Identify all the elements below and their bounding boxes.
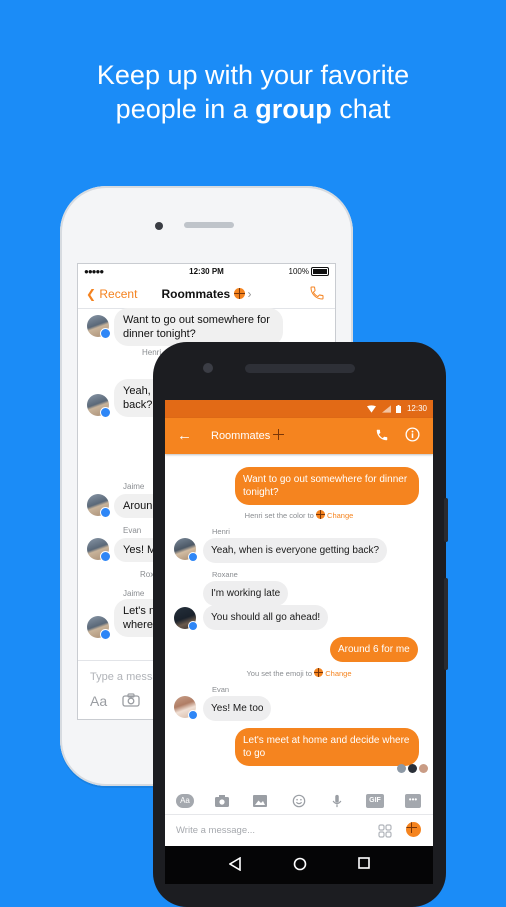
message-bubble-outgoing[interactable]: Let's meet at home and decide where to g… xyxy=(235,728,419,766)
ios-status-bar: ●●●●● 12:30 PM 100% xyxy=(78,264,335,280)
android-nav-bar xyxy=(165,846,433,884)
message-bubble-incoming[interactable]: Yes! Me too xyxy=(203,696,272,721)
text-format-button[interactable]: Aa xyxy=(90,693,107,709)
back-arrow-icon[interactable]: ← xyxy=(177,427,192,444)
basketball-icon[interactable] xyxy=(406,822,421,837)
system-message-text: You set the emoji to xyxy=(246,669,313,678)
sender-name: Henri xyxy=(212,527,230,536)
battery-icon xyxy=(311,267,329,277)
headline: Keep up with your favorite people in a g… xyxy=(0,58,506,126)
sticker-icon[interactable] xyxy=(378,824,392,838)
wifi-icon xyxy=(367,405,377,413)
android-status-bar: 12:30 xyxy=(165,400,433,418)
microphone-icon[interactable] xyxy=(329,794,345,808)
conversation-title[interactable]: Roommates › xyxy=(78,287,335,301)
messenger-badge-icon xyxy=(100,507,111,518)
emoji-icon[interactable] xyxy=(291,794,307,808)
basketball-icon xyxy=(233,288,245,299)
avatar[interactable] xyxy=(87,494,111,518)
android-camera xyxy=(203,363,213,373)
headline-line-1: Keep up with your favorite xyxy=(96,60,410,90)
headline-line-2: people in a group chat xyxy=(0,92,506,126)
basketball-icon xyxy=(314,668,324,677)
signal-icon xyxy=(381,405,391,413)
home-nav-icon[interactable] xyxy=(293,857,307,871)
basketball-icon xyxy=(273,429,285,440)
messenger-badge-icon xyxy=(188,621,198,631)
iphone-camera xyxy=(155,222,163,230)
sender-name: Evan xyxy=(123,526,142,535)
text-format-button[interactable]: Aa xyxy=(176,794,194,808)
ios-nav-bar: ❮ Recent Roommates › xyxy=(78,280,335,309)
message-bubble-outgoing[interactable]: Around 6 for me xyxy=(330,637,418,662)
android-screen: 12:30 ← Roommates Want to go out somewhe… xyxy=(165,400,433,846)
recents-nav-icon[interactable] xyxy=(358,857,370,869)
android-device: 12:30 ← Roommates Want to go out somewhe… xyxy=(153,342,448,907)
messenger-badge-icon xyxy=(100,551,111,562)
message-bubble-incoming[interactable]: I'm working late xyxy=(203,581,289,606)
avatar[interactable] xyxy=(87,394,111,418)
composer-toolbar: Aa GIF ••• xyxy=(165,786,433,816)
seen-avatar xyxy=(397,764,406,773)
battery-icon xyxy=(395,404,401,413)
messenger-badge-icon xyxy=(188,552,198,562)
message-bubble-outgoing[interactable]: Want to go out somewhere for dinner toni… xyxy=(235,467,419,505)
sender-name: Jaime xyxy=(123,589,145,598)
gif-button[interactable]: GIF xyxy=(366,794,384,808)
android-speaker xyxy=(245,364,355,373)
power-key xyxy=(444,578,448,670)
seen-avatar xyxy=(408,764,417,773)
avatar[interactable] xyxy=(174,538,198,562)
gallery-icon[interactable] xyxy=(252,794,268,808)
color-dot-icon xyxy=(315,510,325,519)
conversation-title[interactable]: Roommates xyxy=(211,429,285,442)
iphone-speaker xyxy=(184,222,234,228)
chevron-right-icon: › xyxy=(247,287,252,301)
message-text: dinner tonight? xyxy=(123,328,196,340)
messenger-badge-icon xyxy=(100,328,111,339)
conversation-title-text: Roommates xyxy=(161,287,231,301)
change-link[interactable]: Change xyxy=(327,511,353,520)
messenger-badge-icon xyxy=(188,710,198,720)
android-clock: 12:30 xyxy=(406,404,427,413)
camera-icon[interactable] xyxy=(122,693,140,707)
message-text: Want to go out somewhere for xyxy=(123,314,270,326)
android-toolbar: ← Roommates xyxy=(165,418,433,454)
sender-name: Roxane xyxy=(212,570,238,579)
message-bubble-incoming[interactable]: Yeah, when is everyone getting back? xyxy=(203,538,388,563)
volume-key xyxy=(444,498,448,542)
seen-avatar xyxy=(419,764,428,773)
system-message: Henri set the color to Change xyxy=(165,510,433,520)
avatar[interactable] xyxy=(87,315,111,339)
phone-icon[interactable] xyxy=(375,428,389,442)
phone-icon[interactable] xyxy=(309,285,325,301)
sender-name: Jaime xyxy=(123,482,145,491)
message-bubble-incoming[interactable]: You should all go ahead! xyxy=(203,605,329,630)
conversation-title-text: Roommates xyxy=(211,430,271,442)
status-icons: 12:30 xyxy=(367,404,427,413)
headline-bold-word: group xyxy=(255,94,332,124)
camera-icon[interactable] xyxy=(214,794,230,808)
composer: Write a message... xyxy=(165,814,433,846)
message-bubble[interactable]: Want to go out somewhere for dinner toni… xyxy=(114,308,283,346)
change-link[interactable]: Change xyxy=(325,669,351,678)
system-message-text: Henri set the color to xyxy=(244,511,314,520)
info-icon[interactable] xyxy=(405,427,420,442)
back-nav-icon[interactable] xyxy=(229,857,241,871)
headline-text-end: chat xyxy=(331,94,391,124)
avatar[interactable] xyxy=(87,538,111,562)
avatar[interactable] xyxy=(174,607,198,631)
message-input[interactable]: Type a messa xyxy=(90,671,158,683)
avatar[interactable] xyxy=(87,616,111,640)
avatar[interactable] xyxy=(174,696,198,720)
messenger-badge-icon xyxy=(100,629,111,640)
message-input[interactable]: Write a message... xyxy=(176,825,255,836)
battery-indicator: 100% xyxy=(288,267,329,277)
battery-percent: 100% xyxy=(288,267,309,276)
more-icon[interactable]: ••• xyxy=(405,794,421,808)
sender-name: Evan xyxy=(212,685,230,694)
headline-text: people in a xyxy=(115,94,256,124)
system-message: You set the emoji to Change xyxy=(165,668,433,678)
messenger-badge-icon xyxy=(100,407,111,418)
